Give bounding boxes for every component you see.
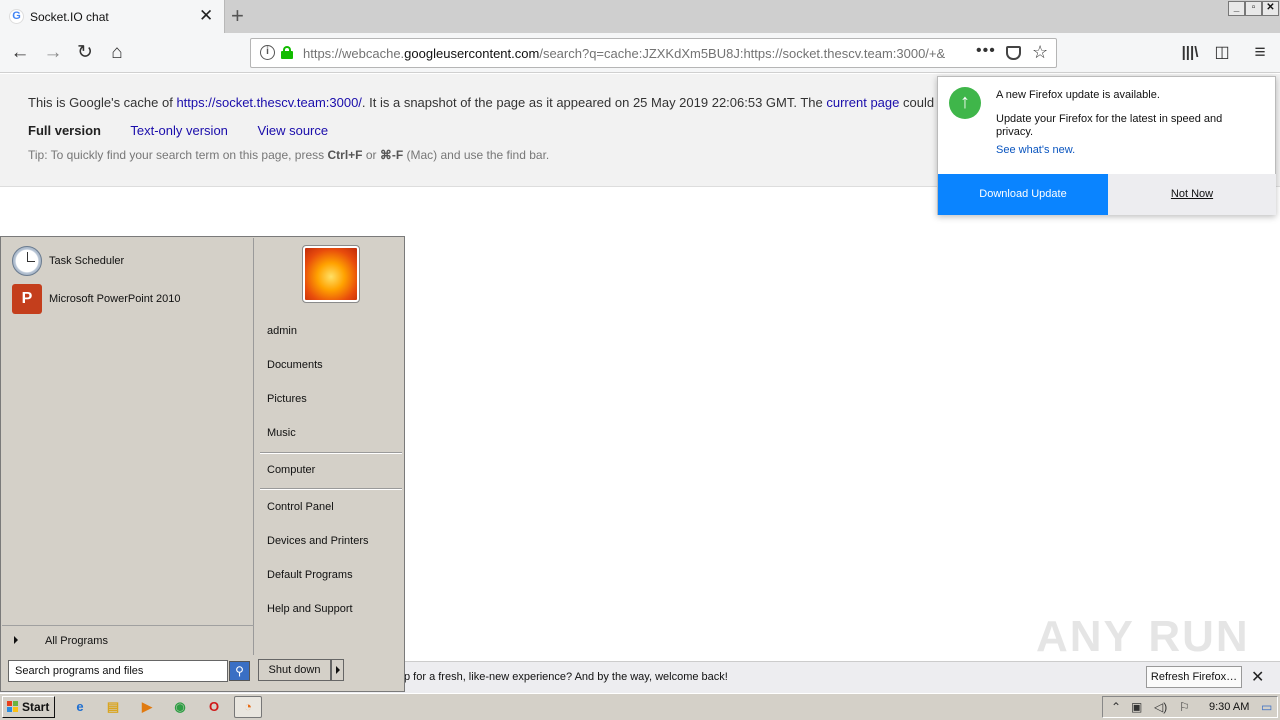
update-arrow-icon: ↑ <box>949 87 981 119</box>
media-player-icon[interactable]: ▶ <box>136 697 158 717</box>
find-tip: Tip: To quickly find your search term on… <box>28 148 550 162</box>
system-tray: ⌃ ▣ ◁) ⚐ 9:30 AM ▭ <box>1102 696 1278 718</box>
clock-icon <box>12 246 42 276</box>
menu-item-pictures[interactable]: Pictures <box>267 393 307 405</box>
file-explorer-icon[interactable]: ▤ <box>102 697 124 717</box>
shut-down-options-arrow-icon[interactable] <box>331 659 344 681</box>
browser-tab[interactable]: G Socket.IO chat ✕ <box>0 0 225 33</box>
volume-icon[interactable]: ◁) <box>1154 700 1167 714</box>
cache-notice: This is Google's cache of https://socket… <box>28 95 935 110</box>
page-actions-icon[interactable]: ••• <box>976 42 996 60</box>
user-avatar[interactable] <box>302 245 360 303</box>
forward-icon[interactable]: → <box>41 41 65 65</box>
close-window-button[interactable]: ✕ <box>1262 1 1279 16</box>
restore-window-button[interactable]: ▫ <box>1245 1 1262 16</box>
text-only-version-link[interactable]: Text-only version <box>130 123 228 138</box>
powerpoint-icon: P <box>12 284 42 314</box>
firefox-taskbar-button[interactable]: ◔ <box>234 696 262 718</box>
chrome-icon[interactable]: ◉ <box>169 697 191 717</box>
library-icon[interactable]: |||\ <box>1178 41 1202 65</box>
anyrun-watermark: ANY RUN <box>1036 612 1250 661</box>
windows-flag-icon <box>7 701 19 713</box>
url-text[interactable]: https://webcache.googleusercontent.com/s… <box>303 46 963 61</box>
shut-down-button[interactable]: Shut down <box>258 659 331 681</box>
update-title: A new Firefox update is available. <box>996 89 1160 101</box>
cached-url-link[interactable]: https://socket.thescv.team:3000/ <box>176 95 361 110</box>
menu-item-control-panel[interactable]: Control Panel <box>267 501 334 513</box>
menu-icon[interactable]: ≡ <box>1248 41 1272 65</box>
tab-strip: G Socket.IO chat ✕ + _ ▫ ✕ <box>0 0 1280 33</box>
tab-title: Socket.IO chat <box>30 10 109 24</box>
navigation-toolbar: ← → ↻ ⌂ i https://webcache.googleusercon… <box>0 33 1280 73</box>
start-search-input[interactable]: Search programs and files <box>8 660 228 682</box>
menu-item-documents[interactable]: Documents <box>267 359 323 371</box>
home-icon[interactable]: ⌂ <box>105 41 129 65</box>
menu-item-computer[interactable]: Computer <box>267 464 315 476</box>
action-center-flag-icon[interactable]: ⚐ <box>1179 700 1190 714</box>
sidebar-icon[interactable]: ◫ <box>1210 41 1234 65</box>
opera-icon[interactable]: O <box>203 697 225 717</box>
divider <box>260 488 402 490</box>
update-available-panel: ↑ A new Firefox update is available. Upd… <box>937 76 1276 215</box>
reload-icon[interactable]: ↻ <box>73 41 97 65</box>
start-menu: Task Scheduler P Microsoft PowerPoint 20… <box>0 236 405 692</box>
search-icon[interactable]: ⚲ <box>229 661 250 681</box>
site-info-icon[interactable]: i <box>260 45 275 60</box>
menu-item-music[interactable]: Music <box>267 427 296 439</box>
close-notification-icon[interactable]: ✕ <box>1251 667 1264 687</box>
menu-item-default-programs[interactable]: Default Programs <box>267 569 353 581</box>
url-bar[interactable]: i https://webcache.googleusercontent.com… <box>250 38 1057 68</box>
clock[interactable]: 9:30 AM <box>1209 701 1249 713</box>
all-programs-item[interactable]: All Programs <box>2 625 254 655</box>
notification-text: p for a fresh, like-new experience? And … <box>404 671 728 683</box>
minimize-window-button[interactable]: _ <box>1228 1 1245 16</box>
whats-new-link[interactable]: See what's new. <box>996 144 1075 156</box>
divider <box>260 452 402 454</box>
view-source-link[interactable]: View source <box>258 123 329 138</box>
pocket-icon[interactable] <box>1006 46 1021 60</box>
show-desktop-icon[interactable]: ▭ <box>1261 700 1272 714</box>
expand-arrow-icon <box>14 636 18 644</box>
show-hidden-icons-icon[interactable]: ⌃ <box>1111 700 1121 714</box>
new-tab-icon[interactable]: + <box>231 3 244 29</box>
menu-item-devices-printers[interactable]: Devices and Printers <box>267 535 369 547</box>
download-update-button[interactable]: Download Update <box>938 174 1108 215</box>
start-menu-places-pane: admin Documents Pictures Music Computer … <box>255 238 404 655</box>
network-icon[interactable]: ▣ <box>1131 700 1142 714</box>
not-now-button[interactable]: Not Now <box>1108 174 1276 215</box>
google-favicon-icon: G <box>9 9 24 24</box>
internet-explorer-icon[interactable]: e <box>69 697 91 717</box>
close-tab-icon[interactable]: ✕ <box>199 6 213 26</box>
taskbar: Start e ▤ ▶ ◉ O ◔ ⌃ ▣ ◁) ⚐ 9:30 AM ▭ <box>0 693 1280 720</box>
pinned-powerpoint[interactable]: P Microsoft PowerPoint 2010 <box>10 283 250 317</box>
lock-icon <box>281 46 293 59</box>
menu-item-admin[interactable]: admin <box>267 325 297 337</box>
cache-version-links: Full version Text-only version View sour… <box>28 123 354 138</box>
menu-item-help-support[interactable]: Help and Support <box>267 603 353 615</box>
start-menu-programs-pane: Task Scheduler P Microsoft PowerPoint 20… <box>2 238 254 655</box>
update-message: Update your Firefox for the latest in sp… <box>996 113 1223 138</box>
full-version-label: Full version <box>28 123 101 138</box>
back-icon[interactable]: ← <box>8 41 32 65</box>
refresh-firefox-button[interactable]: Refresh Firefox… <box>1146 666 1242 688</box>
pinned-task-scheduler[interactable]: Task Scheduler <box>10 245 250 279</box>
start-button[interactable]: Start <box>2 696 55 718</box>
current-page-link[interactable]: current page <box>826 95 899 110</box>
bookmark-star-icon[interactable]: ☆ <box>1032 42 1048 63</box>
